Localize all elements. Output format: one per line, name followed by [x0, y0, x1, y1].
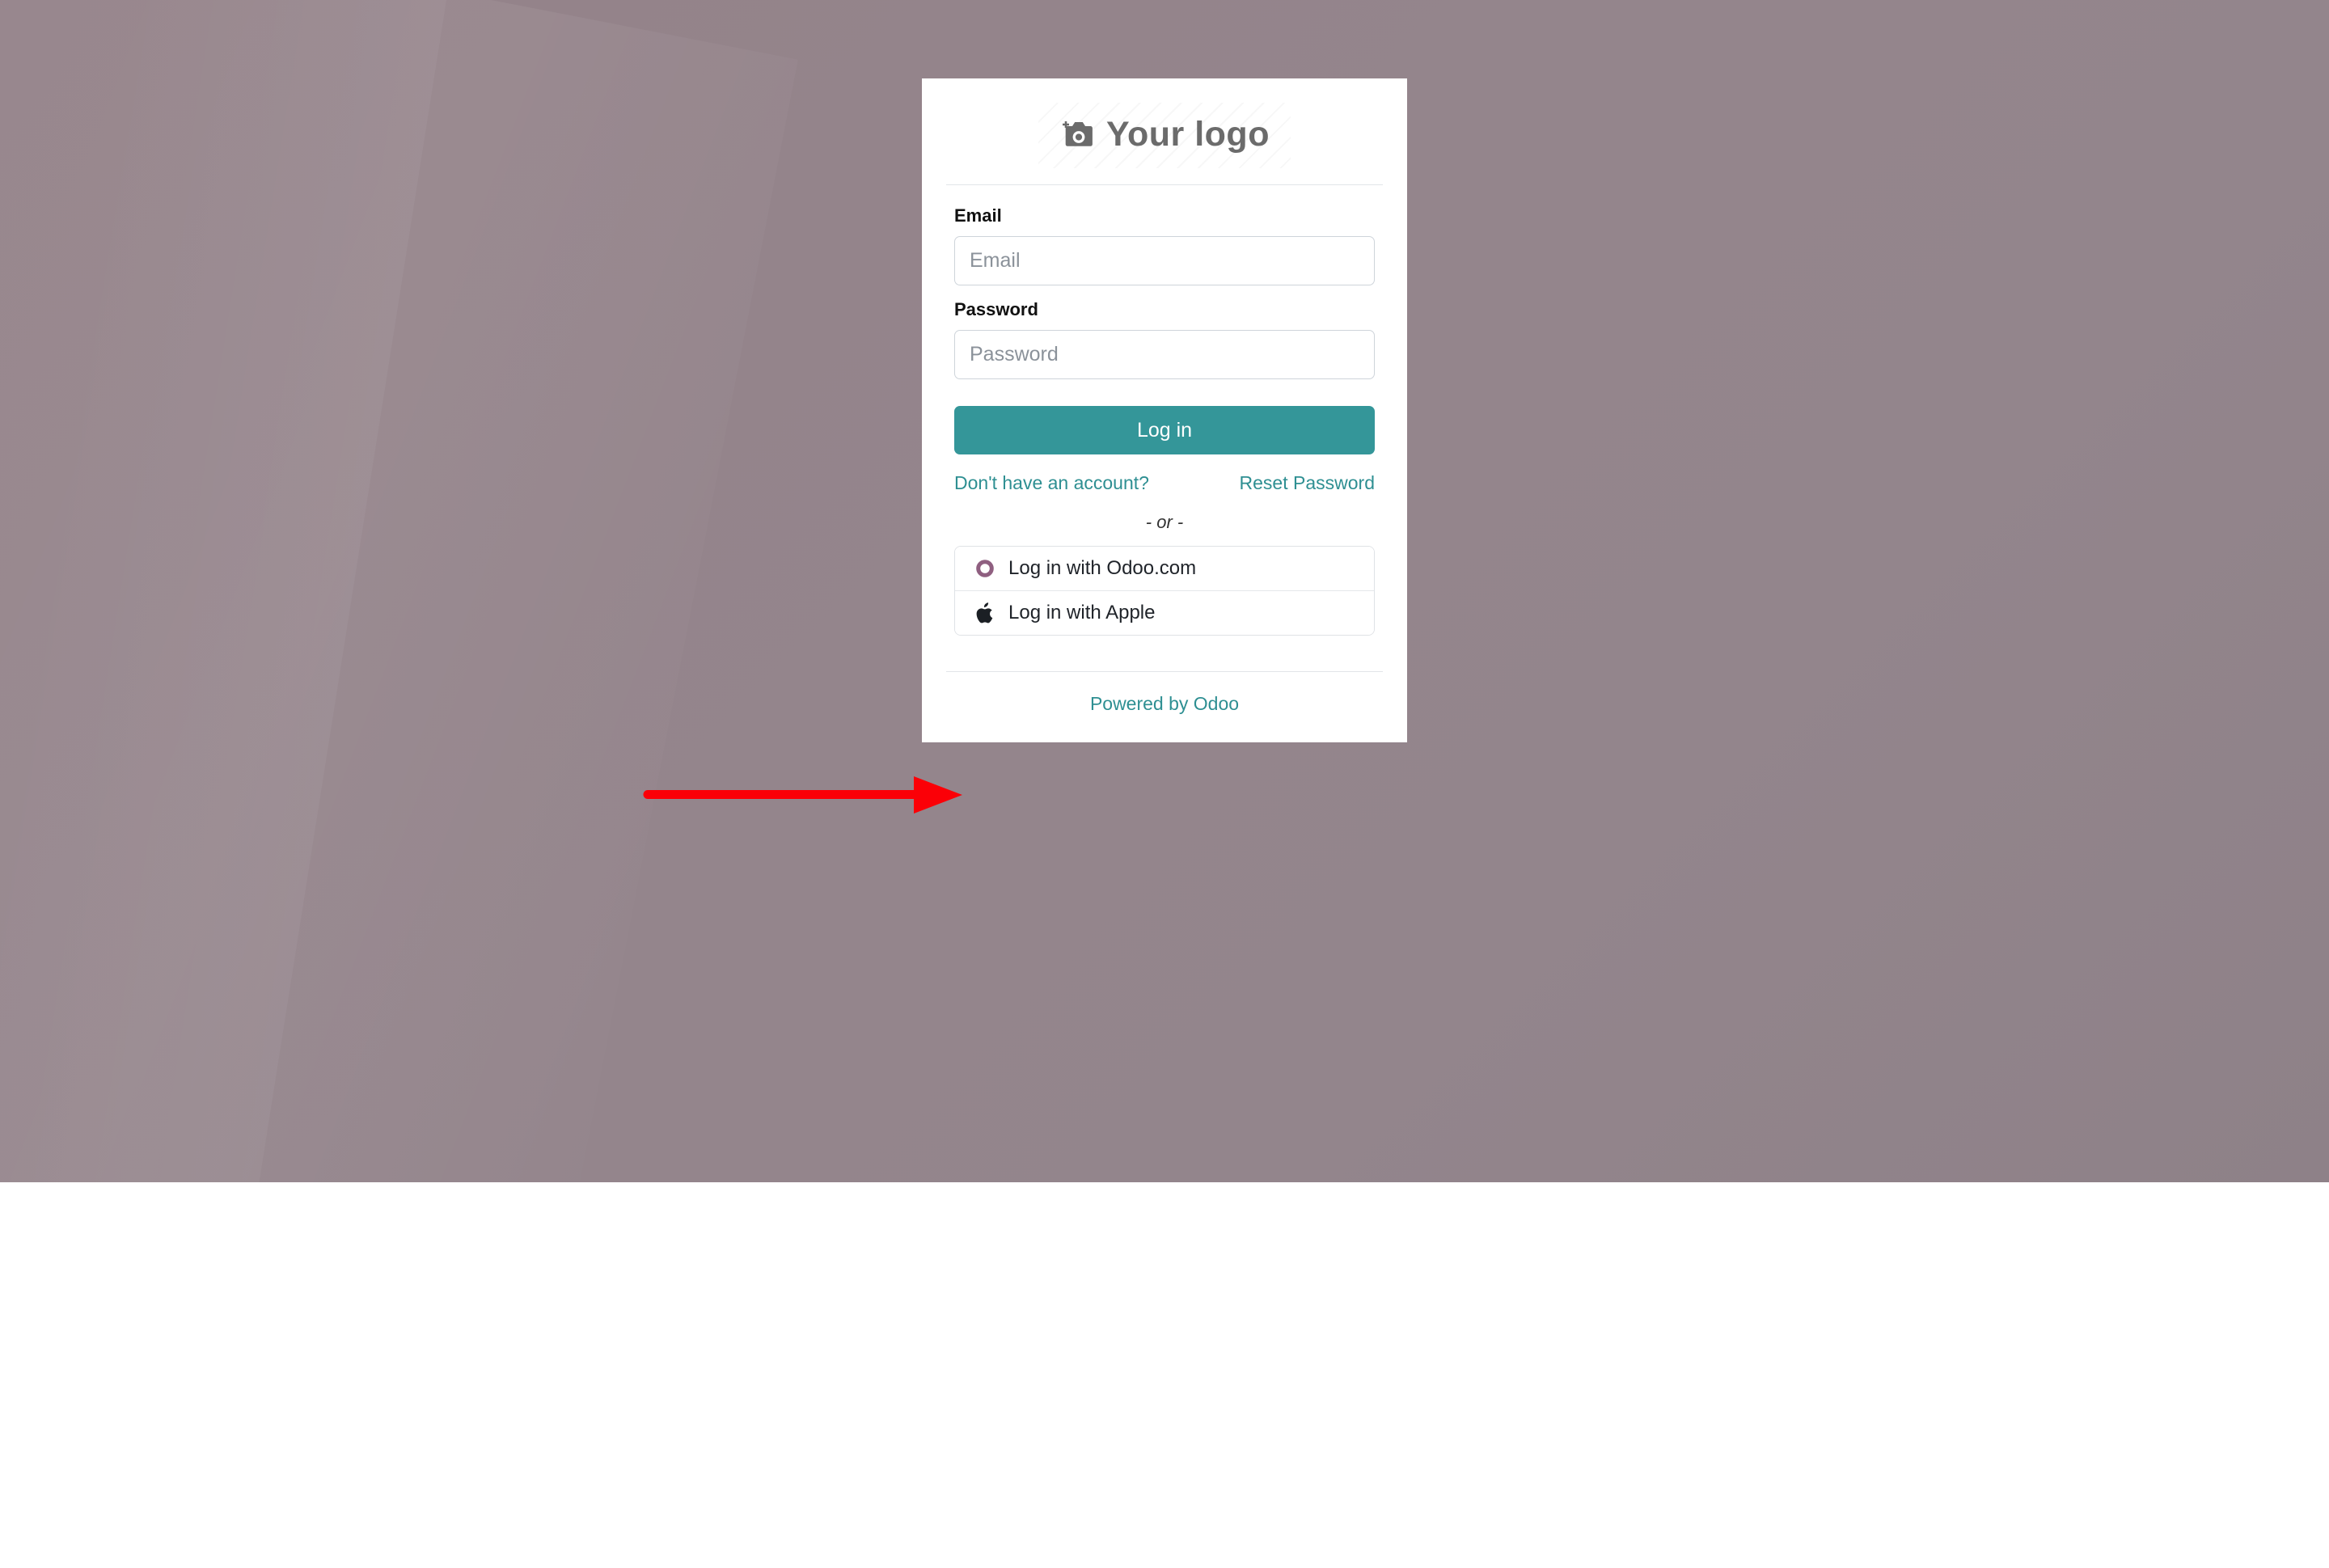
password-field-group: Password — [954, 299, 1375, 380]
email-input[interactable] — [954, 236, 1375, 286]
login-form: Email Password Log in Don't have an acco… — [922, 185, 1407, 636]
background-diagonal-band-secondary — [0, 0, 459, 1555]
oauth-provider-list: Log in with Odoo.com Log in with Apple — [954, 545, 1375, 636]
card-footer: Powered by Odoo — [922, 672, 1407, 742]
oauth-label-apple: Log in with Apple — [1008, 601, 1156, 623]
background-diagonal-band — [0, 0, 798, 1568]
or-separator: - or - — [1145, 511, 1184, 532]
email-field-group: Email — [954, 205, 1375, 286]
reset-password-link[interactable]: Reset Password — [1240, 472, 1375, 495]
signup-link[interactable]: Don't have an account? — [954, 472, 1149, 495]
apple-icon — [974, 602, 995, 623]
email-label: Email — [954, 205, 1002, 226]
logo-placeholder: Your logo — [1038, 103, 1291, 168]
powered-by-odoo-link[interactable]: Powered by Odoo — [1090, 693, 1239, 714]
oauth-button-apple[interactable]: Log in with Apple — [955, 590, 1374, 635]
oauth-label-odoo: Log in with Odoo.com — [1008, 556, 1197, 579]
log-in-button[interactable]: Log in — [954, 406, 1375, 455]
camera-add-icon — [1059, 119, 1095, 151]
auxiliary-links-row: Don't have an account? Reset Password — [954, 472, 1375, 495]
logo-inner: Your logo — [1059, 117, 1270, 152]
logo-placeholder-text: Your logo — [1106, 115, 1270, 154]
oauth-button-odoo[interactable]: Log in with Odoo.com — [955, 546, 1374, 591]
password-input[interactable] — [954, 330, 1375, 380]
login-card: Your logo Email Password Log in Don't ha… — [922, 78, 1407, 742]
logo-block: Your logo — [922, 78, 1407, 168]
password-label: Password — [954, 299, 1038, 320]
odoo-ring-icon — [974, 558, 995, 579]
